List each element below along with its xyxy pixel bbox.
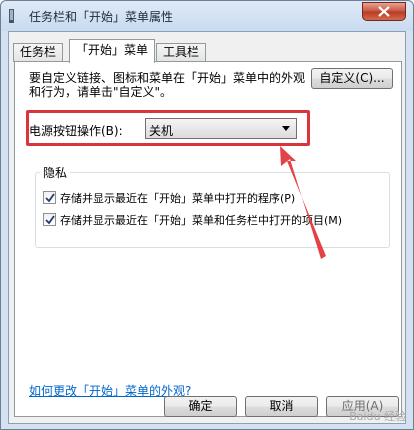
customize-button[interactable]: 自定义(C)...	[311, 68, 393, 89]
privacy-group: 隐私 存储并显示最近在「开始」菜单中打开的程序(P) 存储并显示最近在「开始」菜…	[35, 164, 390, 248]
checkbox[interactable]	[43, 191, 56, 204]
checkbox[interactable]	[43, 213, 56, 226]
checkbox-label: 存储并显示最近在「开始」菜单和任务栏中打开的项目(M)	[60, 214, 343, 227]
ok-button[interactable]: 确定	[164, 396, 237, 417]
privacy-group-title: 隐私	[40, 164, 71, 181]
tab-toolbars[interactable]: 工具栏	[156, 43, 207, 62]
start-menu-panel: 要自定义链接、图标和菜单在「开始」菜单中的外观和行为，请单击"自定义"。 自定义…	[14, 61, 402, 417]
close-button[interactable]	[362, 2, 406, 21]
watermark: Baidu 经验	[349, 410, 406, 423]
highlight-box	[26, 110, 310, 146]
checkmark-icon	[45, 215, 55, 225]
intro-text: 要自定义链接、图标和菜单在「开始」菜单中的外观和行为，请单击"自定义"。	[29, 71, 306, 99]
tab-taskbar[interactable]: 任务栏	[13, 43, 64, 62]
checkmark-icon	[45, 193, 55, 203]
tab-start-menu[interactable]: 「开始」菜单	[69, 39, 156, 63]
close-icon	[378, 6, 390, 17]
dialog-client-area: 任务栏 「开始」菜单 工具栏 要自定义链接、图标和菜单在「开始」菜单中的外观和行…	[8, 31, 406, 424]
cancel-button[interactable]: 取消	[245, 396, 318, 417]
taskbar-settings-icon	[9, 9, 14, 23]
title-bar[interactable]: 任务栏和「开始」菜单属性	[1, 1, 413, 31]
checkbox-label: 存储并显示最近在「开始」菜单中打开的程序(P)	[60, 192, 296, 205]
window-title: 任务栏和「开始」菜单属性	[29, 10, 174, 24]
dialog-window: 任务栏和「开始」菜单属性 任务栏 「开始」菜单 工具栏 要自定义链接、图标和菜单…	[0, 0, 414, 430]
